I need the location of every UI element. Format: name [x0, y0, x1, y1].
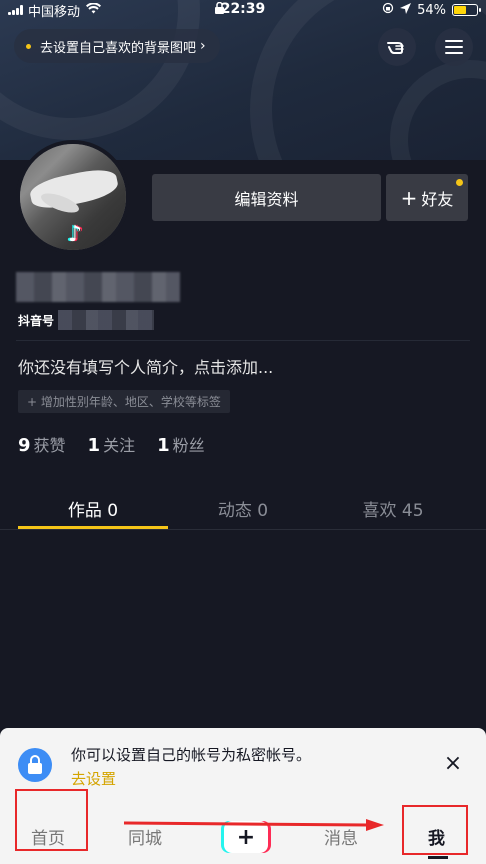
tip-text: 去设置自己喜欢的背景图吧	[40, 40, 197, 56]
tab-likes[interactable]: 喜欢 45	[318, 488, 468, 528]
close-icon[interactable]: ×	[440, 750, 466, 776]
plus-icon: +	[400, 185, 418, 210]
hand-pointer-button[interactable]	[378, 28, 416, 66]
profile-background-banner[interactable]	[0, 0, 486, 160]
bio-placeholder[interactable]: 你还没有填写个人简介，点击添加...	[18, 354, 273, 378]
set-background-tip[interactable]: 去设置自己喜欢的背景图吧 ›	[14, 29, 220, 63]
stat-followers[interactable]: 1 粉丝	[157, 432, 205, 456]
annotation-arrow	[124, 819, 384, 831]
profile-stats: 9 获赞 1 关注 1 粉丝	[18, 432, 205, 456]
add-friend-label: 好友	[421, 189, 454, 209]
privacy-settings-link[interactable]: 去设置	[71, 768, 116, 789]
battery-percent: 54%	[417, 2, 446, 18]
username-blurred	[16, 272, 180, 302]
id-prefix: 抖音号	[18, 313, 55, 328]
divider	[16, 340, 470, 341]
status-right: 54%	[382, 2, 481, 18]
orientation-lock-icon	[382, 2, 394, 18]
id-value-blurred	[58, 310, 155, 330]
notification-dot	[456, 179, 463, 186]
annotation-box-home	[15, 789, 88, 851]
tab-works[interactable]: 作品 0	[18, 488, 168, 528]
tiktok-logo-icon: ♪	[68, 222, 83, 247]
tab-divider	[0, 529, 486, 530]
privacy-message: 你可以设置自己的帐号为私密帐号。	[71, 746, 312, 764]
annotation-box-me	[402, 805, 468, 855]
edit-profile-button[interactable]: 编辑资料	[152, 174, 381, 221]
douyin-id-row: 抖音号	[18, 310, 155, 330]
battery-icon	[452, 4, 481, 16]
lock-icon	[18, 748, 52, 782]
stat-following[interactable]: 1 关注	[88, 432, 136, 456]
location-icon	[400, 2, 412, 18]
avatar-photo: ♪	[20, 144, 126, 250]
tab-activity[interactable]: 动态 0	[168, 488, 318, 528]
menu-icon	[445, 40, 463, 54]
hand-pointer-icon	[386, 35, 408, 59]
stat-likes[interactable]: 9 获赞	[18, 432, 66, 456]
active-nav-indicator	[428, 856, 448, 859]
chevron-right-icon: ›	[200, 38, 206, 54]
banner-decoration	[0, 0, 200, 140]
avatar[interactable]: ♪	[16, 140, 130, 254]
menu-button[interactable]	[435, 28, 473, 66]
add-tags-button[interactable]: + 增加性别年龄、地区、学校等标签	[18, 390, 230, 413]
add-friend-button[interactable]: + 好友	[386, 174, 468, 221]
tip-dot	[26, 43, 31, 49]
profile-tabs: 作品 0 动态 0 喜欢 45	[18, 488, 468, 528]
